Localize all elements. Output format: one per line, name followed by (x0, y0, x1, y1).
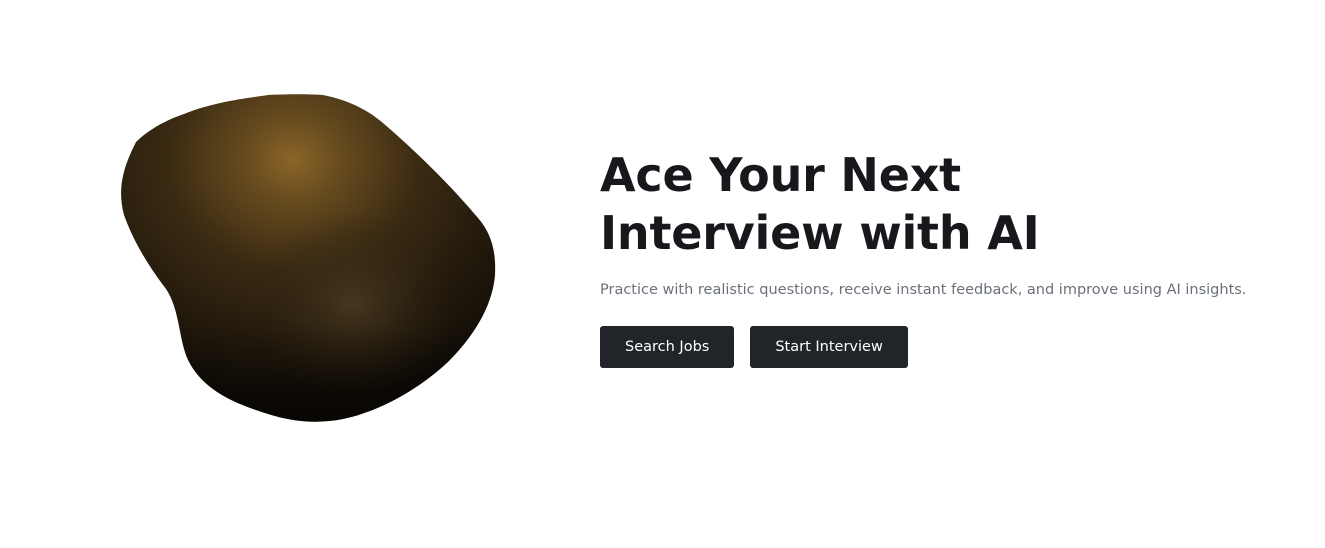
search-jobs-button[interactable]: Search Jobs (600, 326, 735, 368)
hero-actions: Search Jobs Start Interview (600, 326, 1300, 368)
hero-section: Ace Your Next Interview with AI Practice… (0, 0, 1325, 548)
start-interview-button[interactable]: Start Interview (750, 326, 908, 368)
hero-headline: Ace Your Next Interview with AI (600, 148, 1040, 260)
blob-illustration (121, 94, 496, 422)
hero-content: Ace Your Next Interview with AI Practice… (600, 146, 1300, 368)
hero-subtitle: Practice with realistic questions, recei… (600, 282, 1247, 298)
blob-graphic (118, 90, 503, 425)
